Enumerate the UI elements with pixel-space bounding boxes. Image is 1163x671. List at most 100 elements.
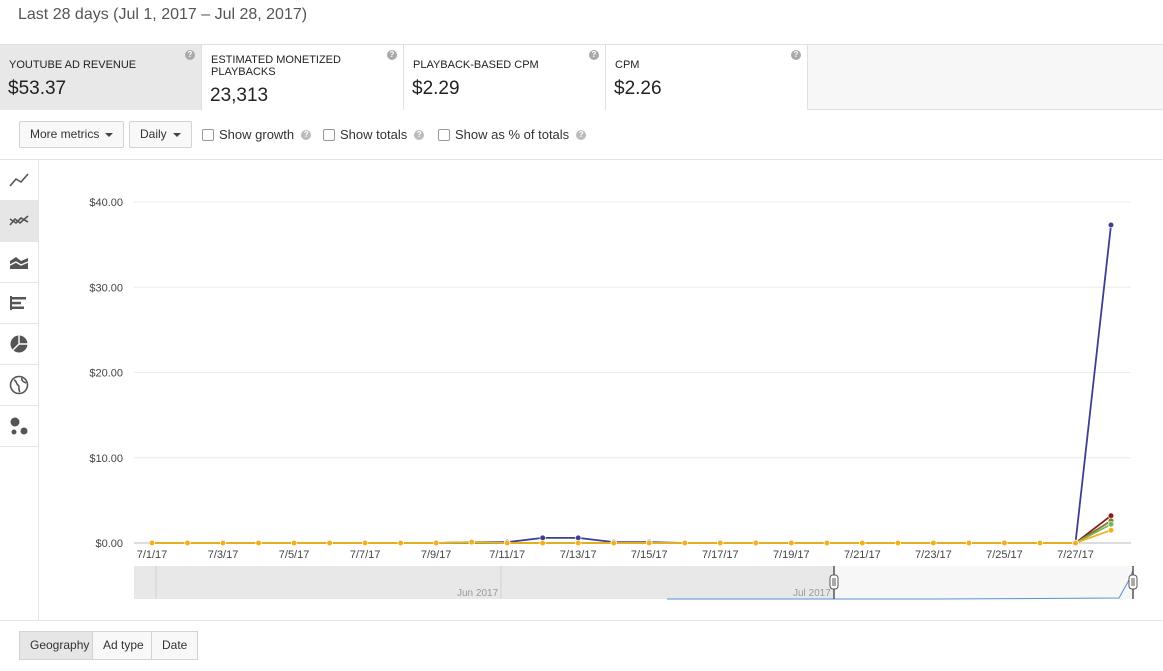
tab-date[interactable]: Date <box>151 631 199 660</box>
multi-line-chart-icon <box>9 215 29 226</box>
data-point <box>1072 539 1079 547</box>
data-point <box>504 539 511 547</box>
data-point <box>1107 512 1115 519</box>
metric-label: ESTIMATED MONETIZED PLAYBACKS <box>211 54 341 78</box>
data-point <box>219 539 227 547</box>
x-tick-label: 7/25/17 <box>986 549 1023 561</box>
data-point <box>468 539 475 546</box>
data-point <box>148 539 156 547</box>
tab-geography[interactable]: Geography <box>19 631 101 660</box>
bubble-chart-button[interactable] <box>0 406 38 447</box>
series-line <box>152 515 1112 544</box>
data-point <box>326 539 333 547</box>
checkbox-icon[interactable] <box>323 128 335 141</box>
data-point <box>1107 521 1115 528</box>
metric-card-playback-cpm[interactable]: PLAYBACK-BASED CPM $2.29 ? <box>404 45 606 110</box>
navigator-label: Jul 2017 <box>793 588 831 599</box>
y-tick-label: $10.00 <box>89 453 123 465</box>
line-chart-button[interactable] <box>0 160 38 201</box>
interval-dropdown[interactable]: Daily <box>129 121 192 148</box>
pie-chart-icon <box>10 335 28 353</box>
show-totals-label: Show totals <box>340 127 408 142</box>
interval-label: Daily <box>140 127 167 141</box>
checkbox-icon[interactable] <box>202 128 214 141</box>
metric-label: CPM <box>615 59 640 71</box>
bubble-chart-icon <box>10 417 28 435</box>
chart-area: $0.00 $10.00 $20.00 $30.00 $40.00 7/1/17 7/3/1… <box>39 160 1163 620</box>
series-line <box>152 523 1112 544</box>
show-growth-label: Show growth <box>219 127 295 142</box>
x-tick-label: 7/5/17 <box>279 549 310 561</box>
data-point <box>752 539 759 547</box>
y-tick-label: $40.00 <box>89 197 123 209</box>
caret-down-icon <box>172 132 181 137</box>
x-tick-label: 7/21/17 <box>844 549 881 561</box>
help-icon[interactable]: ? <box>576 129 587 140</box>
metric-card-cpm[interactable]: CPM $2.26 ? <box>606 45 808 110</box>
stacked-area-chart-button[interactable] <box>0 242 38 283</box>
bar-chart-button[interactable] <box>0 283 38 324</box>
more-metrics-button[interactable]: More metrics <box>19 121 125 148</box>
pie-chart-button[interactable] <box>0 324 38 365</box>
show-totals-checkbox[interactable]: Show totals ? <box>323 127 425 142</box>
x-tick-label: 7/1/17 <box>137 549 168 561</box>
show-growth-checkbox[interactable]: Show growth ? <box>202 127 312 142</box>
data-point <box>1107 527 1115 534</box>
help-icon[interactable]: ? <box>589 50 599 60</box>
navigator-handle[interactable] <box>1128 574 1138 590</box>
help-icon[interactable]: ? <box>387 50 397 60</box>
metric-value: $2.26 <box>614 78 662 99</box>
data-point <box>433 539 440 547</box>
line-chart-icon <box>9 173 29 187</box>
y-tick-label: $0.00 <box>95 538 123 550</box>
data-point <box>397 539 404 547</box>
y-tick-label: $30.00 <box>89 282 123 294</box>
map-chart-button[interactable] <box>0 365 38 406</box>
show-percent-label: Show as % of totals <box>455 127 570 142</box>
help-icon[interactable]: ? <box>301 129 312 140</box>
data-point <box>575 534 582 541</box>
data-point <box>539 539 546 547</box>
metric-value: 23,313 <box>210 85 269 106</box>
show-percent-checkbox[interactable]: Show as % of totals ? <box>438 127 587 142</box>
data-point <box>255 539 262 547</box>
data-point <box>646 539 653 547</box>
metric-value: $53.37 <box>8 78 67 99</box>
revenue-line-chart[interactable]: $0.00 $10.00 $20.00 $30.00 $40.00 7/1/17 7/3/1… <box>39 160 1163 620</box>
navigator-handle[interactable] <box>829 574 839 590</box>
help-icon[interactable]: ? <box>185 50 195 60</box>
stacked-area-chart-icon <box>9 257 29 269</box>
data-point <box>823 539 830 547</box>
data-point <box>1001 539 1008 547</box>
x-tick-label: 7/13/17 <box>560 549 597 561</box>
chart-toolbar: More metrics Daily Show growth ? Show to… <box>0 110 1163 160</box>
caret-down-icon <box>105 132 114 137</box>
tab-ad-type[interactable]: Ad type <box>92 631 155 660</box>
date-range-title: Last 28 days (Jul 1, 2017 – Jul 28, 2017… <box>18 6 308 23</box>
metric-label: YOUTUBE AD REVENUE <box>9 59 137 71</box>
help-icon[interactable]: ? <box>414 129 425 140</box>
globe-map-icon <box>9 375 29 395</box>
x-tick-label: 7/27/17 <box>1057 549 1094 561</box>
navigator-label: Jun 2017 <box>457 588 499 599</box>
data-point <box>362 539 369 547</box>
data-point <box>788 539 795 547</box>
x-tick-label: 7/11/17 <box>489 549 525 561</box>
y-tick-label: $20.00 <box>89 368 123 380</box>
data-point <box>717 539 724 547</box>
metric-card-monetized-playbacks[interactable]: ESTIMATED MONETIZED PLAYBACKS 23,313 ? <box>202 45 404 110</box>
navigator-selected-range <box>834 566 1134 599</box>
x-tick-label: 7/19/17 <box>773 549 810 561</box>
data-point <box>681 539 688 547</box>
data-point <box>894 539 901 547</box>
data-point <box>859 539 866 547</box>
data-point <box>1107 221 1115 229</box>
checkbox-icon[interactable] <box>438 128 450 141</box>
multi-line-chart-button[interactable] <box>0 201 38 242</box>
report-dimension-tabs: Geography Ad type Date <box>0 620 1163 671</box>
metric-card-ad-revenue[interactable]: YOUTUBE AD REVENUE $53.37 ? <box>0 45 202 110</box>
help-icon[interactable]: ? <box>791 50 801 60</box>
metric-label: PLAYBACK-BASED CPM <box>413 59 539 71</box>
x-tick-label: 7/7/17 <box>350 549 381 561</box>
metrics-bar: YOUTUBE AD REVENUE $53.37 ? ESTIMATED MO… <box>0 44 1163 110</box>
